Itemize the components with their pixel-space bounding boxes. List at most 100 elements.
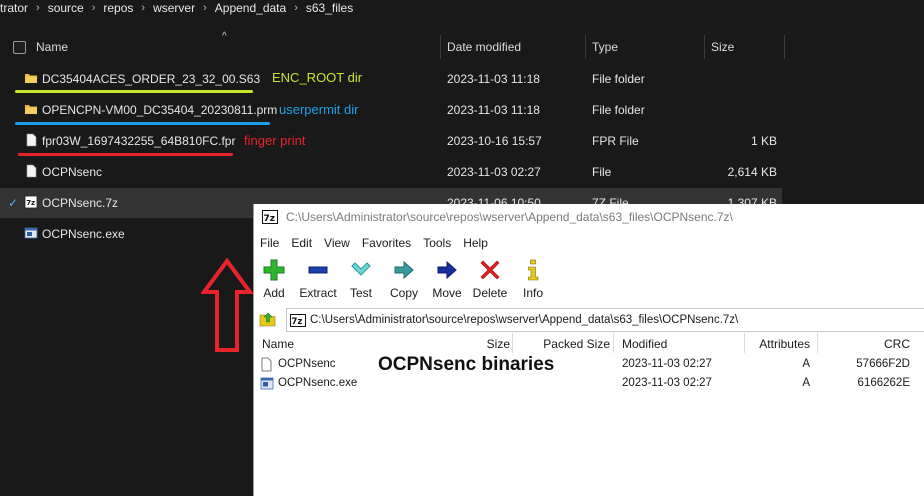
file-icon: [261, 357, 272, 372]
menu-file[interactable]: File: [254, 232, 285, 252]
file-name: DC35404ACES_ORDER_23_32_00.S63: [42, 72, 261, 86]
svg-text:7z: 7z: [26, 199, 35, 207]
7zip-menubar: File Edit View Favorites Tools Help: [254, 232, 494, 252]
zip-file-modified: 2023-11-03 02:27: [622, 358, 712, 370]
plus-icon: [263, 259, 285, 281]
select-all-checkbox[interactable]: [13, 41, 26, 54]
zip-file-modified: 2023-11-03 02:27: [622, 377, 712, 389]
zip-file-attributes: A: [802, 377, 810, 389]
archive-icon: 7z: [24, 195, 38, 209]
column-type[interactable]: Type: [592, 40, 618, 54]
chevron-right-icon: ›: [36, 2, 40, 14]
annotation-binaries: OCPNsenc binaries: [378, 354, 555, 375]
7zip-list-header: Name Size Packed Size Modified Attribute…: [254, 333, 924, 353]
file-type: File folder: [592, 103, 645, 117]
file-type: File: [592, 165, 612, 179]
column-header: ^ Name Date modified Type Size: [0, 31, 790, 61]
zip-file-crc: 6166262E: [857, 377, 910, 389]
zip-col-attributes[interactable]: Attributes: [744, 337, 810, 351]
folder-icon: [25, 105, 37, 114]
exe-icon: [24, 227, 38, 239]
annotation-fingerprint: finger print: [244, 133, 306, 148]
file-icon: [26, 164, 37, 178]
up-arrow-annotation-icon: [201, 258, 253, 352]
7zip-title: C:\Users\Administrator\source\repos\wser…: [286, 210, 733, 224]
delete-x-icon: [480, 260, 500, 280]
test-label: Test: [349, 286, 372, 300]
underline-enc-root: [15, 90, 253, 93]
breadcrumb-segment[interactable]: trator: [0, 1, 32, 15]
zip-file-crc: 57666F2D: [856, 358, 910, 370]
7zip-titlebar[interactable]: 7z C:\Users\Administrator\source\repos\w…: [254, 204, 924, 230]
7zip-small-icon: 7z: [290, 313, 306, 327]
annotation-enc-root: ENC_ROOT dir: [272, 70, 363, 85]
zip-col-packed-size[interactable]: Packed Size: [524, 337, 610, 351]
column-size[interactable]: Size: [711, 40, 734, 54]
file-date: 2023-11-03 11:18: [447, 72, 540, 86]
zip-file-name: OCPNsenc: [278, 358, 336, 370]
file-icon: [26, 133, 37, 147]
move-button[interactable]: Move: [424, 258, 470, 300]
copy-label: Copy: [389, 286, 418, 300]
minus-icon: [308, 266, 328, 274]
menu-view[interactable]: View: [318, 232, 356, 252]
delete-button[interactable]: Delete: [467, 258, 513, 300]
zip-file-attributes: A: [802, 358, 810, 370]
up-folder-icon[interactable]: [259, 310, 277, 328]
underline-fingerprint: [18, 153, 233, 156]
move-label: Move: [432, 286, 462, 300]
copy-arrow-icon: [394, 260, 414, 280]
breadcrumb-segment[interactable]: s63_files: [302, 1, 357, 15]
7zip-window: 7z C:\Users\Administrator\source\repos\w…: [253, 204, 924, 496]
copy-button[interactable]: Copy: [381, 258, 427, 300]
file-row[interactable]: fpr03W_1697432255_64B810FC.fpr 2023-10-1…: [0, 126, 782, 156]
svg-text:7z: 7z: [264, 214, 276, 224]
underline-userpermit: [15, 122, 270, 125]
breadcrumb: trator › source › repos › wserver › Appe…: [0, 0, 357, 16]
annotation-userpermit: userpermit dir: [279, 102, 359, 117]
file-row[interactable]: OPENCPN-VM00_DC35404_20230811.prm 2023-1…: [0, 95, 782, 125]
zip-col-crc[interactable]: CRC: [834, 337, 910, 351]
file-date: 2023-11-03 02:27: [447, 165, 541, 179]
chevron-right-icon: ›: [91, 2, 96, 14]
menu-favorites[interactable]: Favorites: [356, 232, 417, 252]
info-icon: [528, 259, 539, 281]
7zip-path-input[interactable]: 7z C:\Users\Administrator\source\repos\w…: [286, 308, 924, 332]
file-name: OPENCPN-VM00_DC35404_20230811.prm: [42, 103, 278, 117]
file-type: FPR File: [592, 134, 639, 148]
info-button[interactable]: Info: [510, 258, 556, 300]
7zip-path-text: C:\Users\Administrator\source\repos\wser…: [310, 314, 739, 326]
delete-label: Delete: [472, 286, 508, 300]
zip-col-size[interactable]: Size: [454, 337, 510, 351]
breadcrumb-segment[interactable]: source: [44, 1, 88, 15]
column-name[interactable]: Name: [36, 40, 68, 54]
extract-button[interactable]: Extract: [295, 258, 341, 300]
file-type: File folder: [592, 72, 645, 86]
add-button[interactable]: Add: [251, 258, 297, 300]
extract-label: Extract: [299, 286, 337, 300]
checkmark-icon[interactable]: ✓: [8, 196, 18, 210]
breadcrumb-segment[interactable]: Append_data: [211, 1, 290, 15]
column-date-modified[interactable]: Date modified: [447, 40, 521, 54]
test-check-icon: [351, 262, 371, 276]
file-name: fpr03W_1697432255_64B810FC.fpr: [42, 134, 236, 148]
zip-col-name[interactable]: Name: [262, 337, 294, 351]
file-size: 2,614 KB: [727, 165, 777, 179]
test-button[interactable]: Test: [338, 258, 384, 300]
file-name: OCPNsenc.exe: [42, 227, 125, 241]
chevron-right-icon: ›: [141, 2, 146, 14]
zip-row[interactable]: OCPNsenc 2023-11-03 02:27 A 57666F2D: [254, 356, 924, 374]
file-name: OCPNsenc: [42, 165, 103, 179]
zip-row[interactable]: OCPNsenc.exe 2023-11-03 02:27 A 6166262E: [254, 375, 924, 393]
breadcrumb-segment[interactable]: wserver: [149, 1, 199, 15]
file-row[interactable]: OCPNsenc 2023-11-03 02:27 File 2,614 KB: [0, 157, 782, 187]
zip-col-modified[interactable]: Modified: [622, 337, 667, 351]
file-size: 1 KB: [750, 134, 777, 148]
menu-tools[interactable]: Tools: [417, 232, 457, 252]
chevron-right-icon: ›: [294, 2, 298, 14]
menu-edit[interactable]: Edit: [285, 232, 318, 252]
file-date: 2023-10-16 15:57: [447, 134, 542, 148]
menu-help[interactable]: Help: [457, 232, 494, 252]
info-label: Info: [522, 286, 543, 300]
breadcrumb-segment[interactable]: repos: [99, 1, 137, 15]
